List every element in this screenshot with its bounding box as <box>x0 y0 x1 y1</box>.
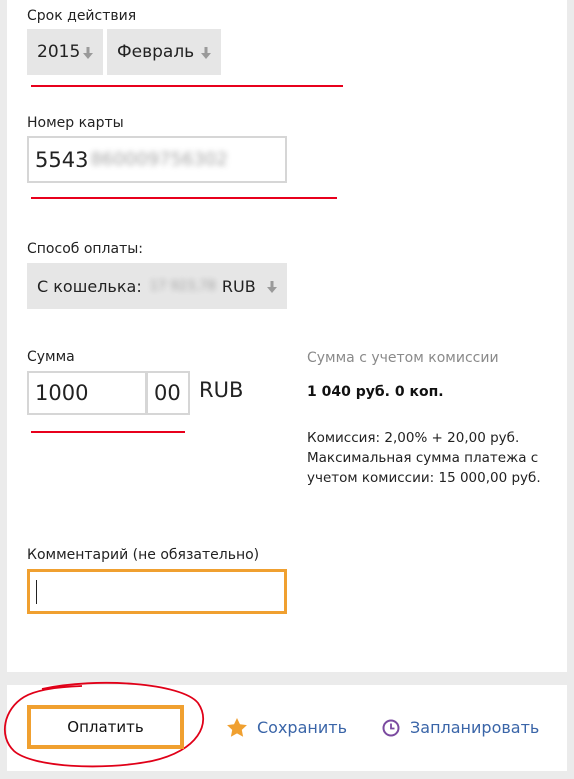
save-link-label: Сохранить <box>257 718 347 737</box>
card-number-input[interactable]: 5543 860009756302 <box>27 136 287 183</box>
expiry-month-value: Февраль <box>117 42 195 62</box>
annotation-underline <box>31 431 185 433</box>
card-number-label: Номер карты <box>27 115 124 131</box>
schedule-link-label: Запланировать <box>410 718 540 737</box>
payment-method-select[interactable]: С кошелька: 17 923,78 RUB <box>27 263 287 309</box>
amount-rubles-input[interactable]: 1000 <box>27 371 147 415</box>
expiry-year-select[interactable]: 2015 <box>27 29 103 75</box>
star-icon <box>227 718 247 737</box>
schedule-link[interactable]: Запланировать <box>382 718 539 737</box>
payment-form-panel: Срок действия 2015 Февраль Номер карты 5… <box>7 0 567 672</box>
clock-icon <box>382 719 400 736</box>
amount-kopecks-input[interactable]: 00 <box>146 371 190 415</box>
amount-currency: RUB <box>199 378 244 402</box>
payment-method-currency: RUB <box>221 276 256 296</box>
arrow-down-icon <box>83 47 93 59</box>
payment-method-prefix: С кошелька: <box>37 276 142 296</box>
comment-input[interactable] <box>27 569 287 614</box>
comment-label: Комментарий (не обязательно) <box>27 547 260 563</box>
arrow-down-icon <box>201 47 211 59</box>
payment-method-label: Способ оплаты: <box>27 241 144 257</box>
commission-details: Комиссия: 2,00% + 20,00 руб. Максимальна… <box>307 430 541 486</box>
save-link[interactable]: Сохранить <box>227 718 347 737</box>
expiry-year-value: 2015 <box>37 42 81 62</box>
commission-title: Сумма с учетом комиссии <box>307 350 499 366</box>
expiry-label: Срок действия <box>27 8 137 24</box>
arrow-down-icon <box>267 281 277 293</box>
pay-button[interactable]: Оплатить <box>27 705 184 749</box>
card-number-visible: 5543 <box>35 147 89 172</box>
pay-button-label: Оплатить <box>67 718 144 736</box>
annotation-underline <box>31 197 337 199</box>
commission-total: 1 040 руб. 0 коп. <box>307 384 444 400</box>
expiry-month-select[interactable]: Февраль <box>107 29 221 75</box>
wallet-balance-obscured: 17 923,78 <box>149 278 216 294</box>
text-cursor <box>36 580 37 604</box>
amount-rubles-value: 1000 <box>35 381 89 405</box>
amount-label: Сумма <box>27 349 75 365</box>
amount-kopecks-value: 00 <box>154 381 181 405</box>
card-number-obscured: 860009756302 <box>90 149 228 170</box>
form-footer: Оплатить Сохранить Запланировать <box>4 682 567 771</box>
annotation-underline <box>31 85 343 87</box>
